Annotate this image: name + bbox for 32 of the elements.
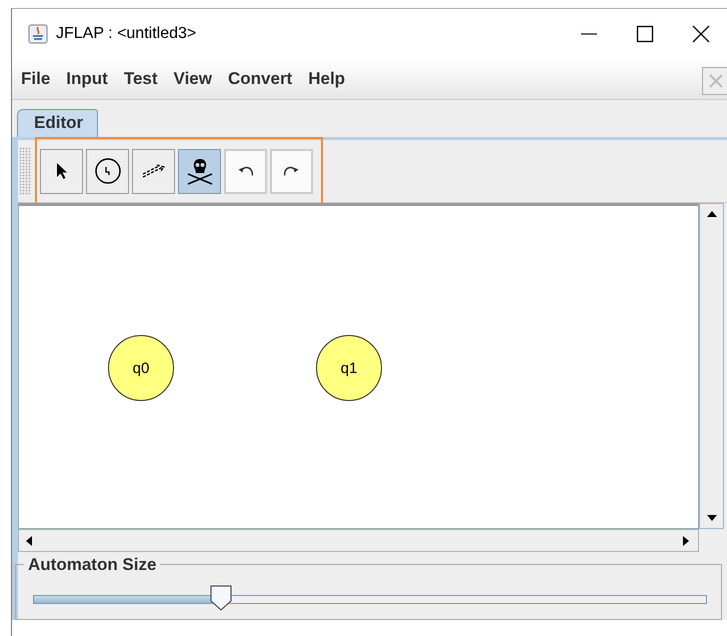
close-icon <box>708 73 724 89</box>
horizontal-scrollbar[interactable] <box>18 529 699 552</box>
scroll-down-icon[interactable] <box>706 514 718 522</box>
app-icon <box>28 24 48 44</box>
pointer-tool-button[interactable] <box>40 148 83 194</box>
state-node: q0 <box>108 335 174 401</box>
menu-item[interactable]: Help <box>300 69 354 89</box>
slider-thumb[interactable] <box>208 585 234 611</box>
undo-icon <box>238 166 253 176</box>
menu-item[interactable]: File <box>12 69 58 89</box>
scroll-right-icon[interactable] <box>682 534 690 546</box>
toolbar-grip[interactable] <box>19 147 31 195</box>
pointer-icon <box>54 162 68 180</box>
scroll-left-icon[interactable] <box>25 534 33 546</box>
menu-item[interactable]: View <box>166 69 220 89</box>
transition-tool-button[interactable] <box>132 148 175 194</box>
maximize-icon[interactable] <box>636 25 654 43</box>
state-tool-button[interactable] <box>86 148 129 194</box>
delete-tool-button[interactable] <box>178 148 221 194</box>
close-icon[interactable] <box>692 25 710 43</box>
arrow-icon <box>140 163 166 179</box>
tab[interactable]: Editor <box>17 109 98 137</box>
menu-item[interactable]: Test <box>116 69 166 89</box>
state-node: q1 <box>316 335 382 401</box>
scroll-up-icon[interactable] <box>706 210 718 218</box>
window-title: JFLAP : <untitled3> <box>56 25 196 43</box>
menu-item[interactable]: Input <box>58 69 116 89</box>
redo-icon <box>284 166 299 176</box>
vertical-scrollbar[interactable] <box>699 203 724 529</box>
circle-icon <box>94 157 122 185</box>
editor-canvas[interactable]: q0 q1 <box>18 203 699 529</box>
menu-item[interactable]: Convert <box>220 69 300 89</box>
